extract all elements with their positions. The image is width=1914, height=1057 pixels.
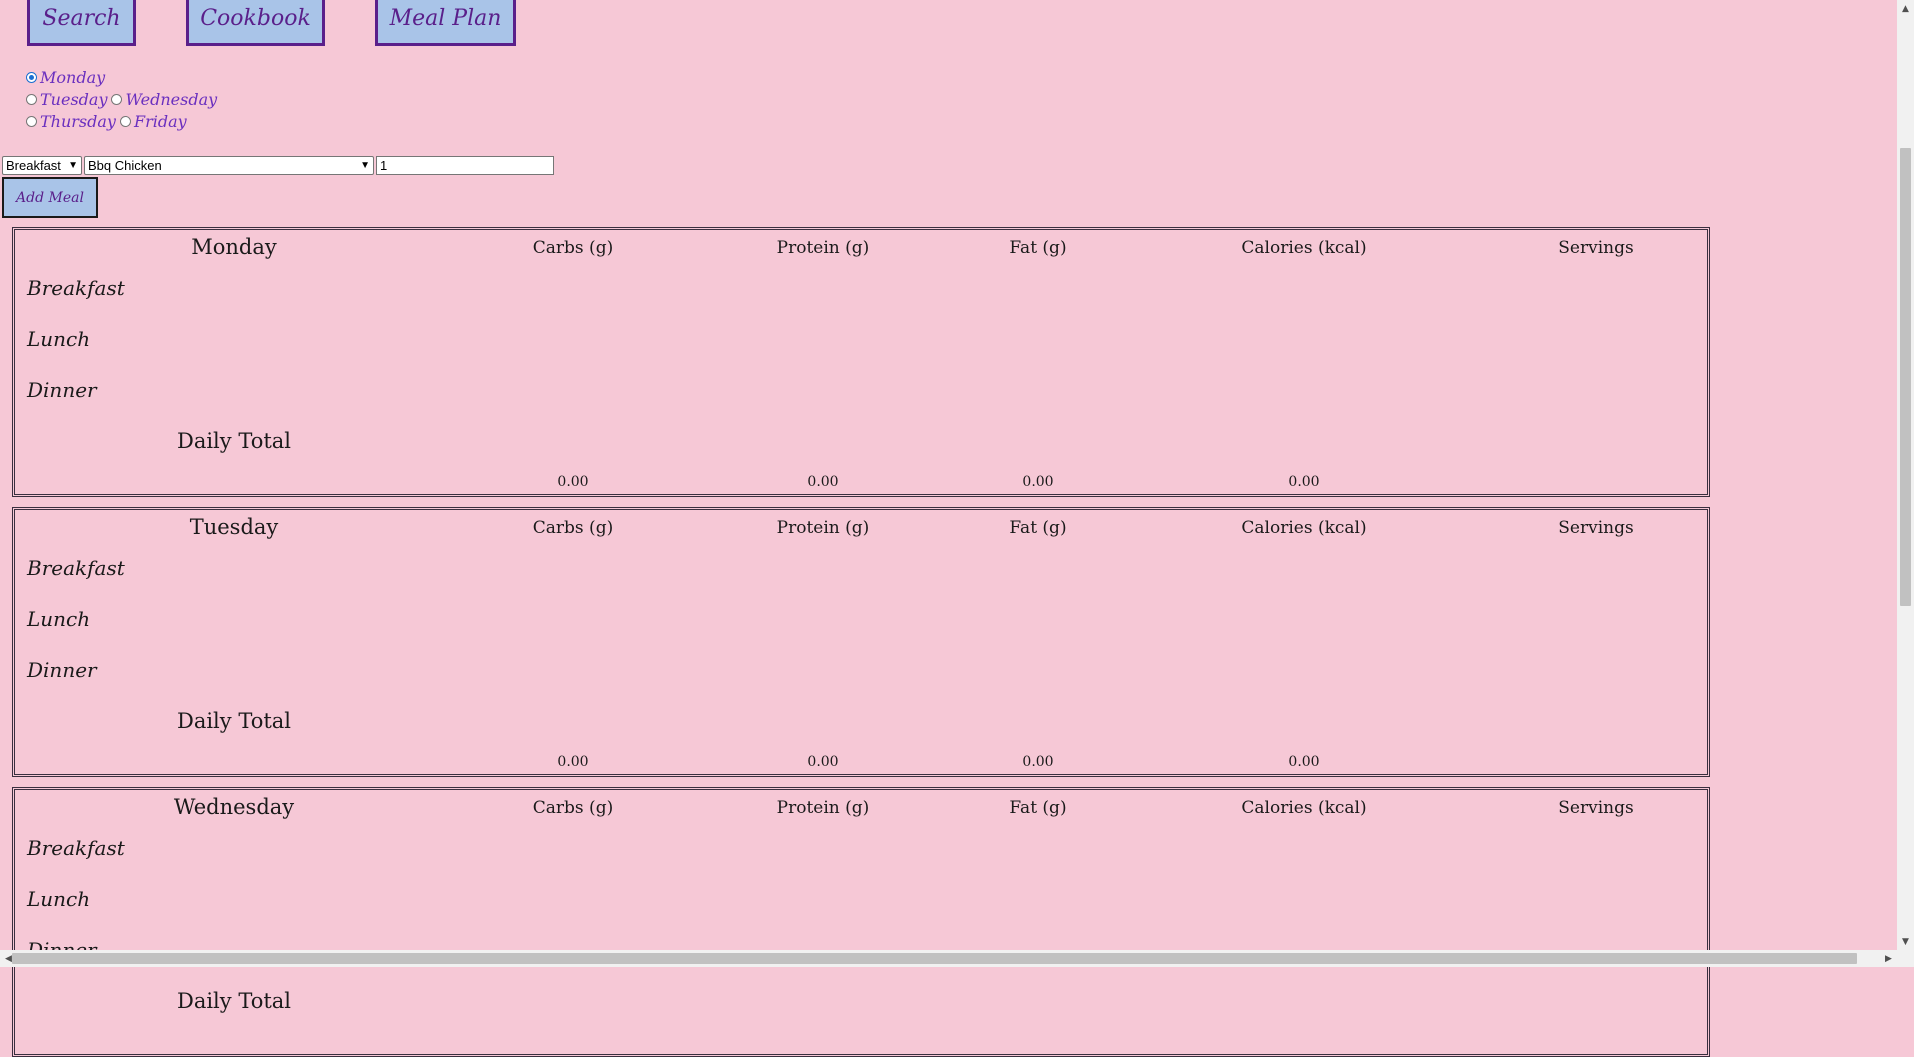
- day-table-wednesday: Wednesday Carbs (g) Protein (g) Fat (g) Calo…: [12, 787, 1710, 1057]
- total-protein: 0.00: [807, 754, 839, 770]
- meal-plan-button[interactable]: Meal Plan: [375, 0, 516, 46]
- header-calories: Calories (kcal): [1241, 798, 1367, 818]
- radio-wednesday-circle[interactable]: [111, 93, 123, 105]
- recipe-value: Bbq Chicken: [88, 158, 162, 173]
- header-carbs: Carbs (g): [532, 238, 614, 258]
- header-fat: Fat (g): [1009, 518, 1067, 538]
- meal-row-breakfast: Breakfast: [27, 836, 125, 860]
- cookbook-button[interactable]: Cookbook: [186, 0, 325, 46]
- radio-friday-circle[interactable]: [119, 115, 131, 127]
- chevron-down-icon: ▼: [360, 160, 370, 171]
- total-fat: 0.00: [1022, 754, 1054, 770]
- radio-monday-circle[interactable]: [26, 71, 37, 83]
- header-calories: Calories (kcal): [1241, 518, 1367, 538]
- recipe-select[interactable]: Bbq Chicken ▼: [84, 156, 374, 175]
- meal-type-select[interactable]: Breakfast ▼: [2, 156, 82, 175]
- meal-type-value: Breakfast: [6, 158, 61, 173]
- daily-total-label: Daily Total: [176, 989, 292, 1013]
- total-calories: 0.00: [1288, 474, 1320, 490]
- header-servings: Servings: [1558, 238, 1634, 258]
- radio-tuesday-label: Tuesday: [40, 89, 108, 109]
- header-fat: Fat (g): [1009, 798, 1067, 818]
- chevron-down-icon: ▼: [68, 160, 78, 171]
- header-servings: Servings: [1558, 518, 1634, 538]
- day-table-tuesday: Tuesday Carbs (g) Protein (g) Fat (g) Calori…: [12, 507, 1710, 777]
- servings-input[interactable]: 1: [376, 156, 554, 175]
- meal-row-breakfast: Breakfast: [27, 276, 125, 300]
- meal-row-lunch: Lunch: [27, 887, 91, 911]
- radio-thursday-label: Thursday: [40, 111, 116, 131]
- scroll-right-icon[interactable]: ▶: [1880, 950, 1897, 967]
- radio-tuesday[interactable]: Tuesday: [26, 90, 107, 109]
- header-protein: Protein (g): [776, 238, 870, 258]
- day-name: Wednesday: [173, 795, 295, 819]
- scroll-up-icon[interactable]: ▲: [1897, 0, 1914, 17]
- radio-monday[interactable]: Monday: [26, 68, 105, 87]
- header-carbs: Carbs (g): [532, 518, 614, 538]
- radio-wednesday-label: Wednesday: [125, 89, 218, 109]
- total-protein: 0.00: [807, 474, 839, 490]
- radio-thursday-circle[interactable]: [26, 115, 37, 127]
- radio-friday[interactable]: Friday: [119, 111, 187, 131]
- header-servings: Servings: [1558, 798, 1634, 818]
- radio-thursday[interactable]: Thursday: [26, 112, 116, 131]
- daily-total-label: Daily Total: [176, 429, 292, 453]
- day-name: Tuesday: [189, 515, 279, 539]
- meal-row-lunch: Lunch: [27, 327, 91, 351]
- horizontal-scrollbar[interactable]: ◀ ▶: [0, 950, 1914, 967]
- header-fat: Fat (g): [1009, 238, 1067, 258]
- total-carbs: 0.00: [557, 754, 589, 770]
- radio-monday-label: Monday: [40, 67, 106, 87]
- vertical-scroll-thumb[interactable]: [1900, 148, 1911, 606]
- total-carbs: 0.00: [557, 474, 589, 490]
- header-calories: Calories (kcal): [1241, 238, 1367, 258]
- header-carbs: Carbs (g): [532, 798, 614, 818]
- scroll-down-icon[interactable]: ▼: [1897, 933, 1914, 950]
- daily-total-label: Daily Total: [176, 709, 292, 733]
- radio-friday-label: Friday: [133, 111, 187, 131]
- meal-row-lunch: Lunch: [27, 607, 91, 631]
- meal-row-dinner: Dinner: [27, 658, 97, 682]
- total-calories: 0.00: [1288, 754, 1320, 770]
- meal-row-breakfast: Breakfast: [27, 556, 125, 580]
- add-meal-button[interactable]: Add Meal: [2, 177, 98, 218]
- search-button[interactable]: Search: [27, 0, 136, 46]
- radio-wednesday[interactable]: Wednesday: [111, 90, 217, 109]
- horizontal-scroll-thumb[interactable]: [12, 953, 1857, 964]
- header-protein: Protein (g): [776, 518, 870, 538]
- day-name: Monday: [191, 235, 277, 259]
- day-table-monday: Monday Carbs (g) Protein (g) Fat (g) Calorie…: [12, 227, 1710, 497]
- day-radio-group: Monday Tuesday Wednesday Thursday Friday: [26, 66, 221, 132]
- meal-row-dinner: Dinner: [27, 378, 97, 402]
- vertical-scrollbar[interactable]: ▲ ▼: [1897, 0, 1914, 950]
- total-fat: 0.00: [1022, 474, 1054, 490]
- header-protein: Protein (g): [776, 798, 870, 818]
- meal-form: Breakfast ▼ Bbq Chicken ▼ 1: [2, 156, 554, 175]
- radio-tuesday-circle[interactable]: [26, 93, 37, 105]
